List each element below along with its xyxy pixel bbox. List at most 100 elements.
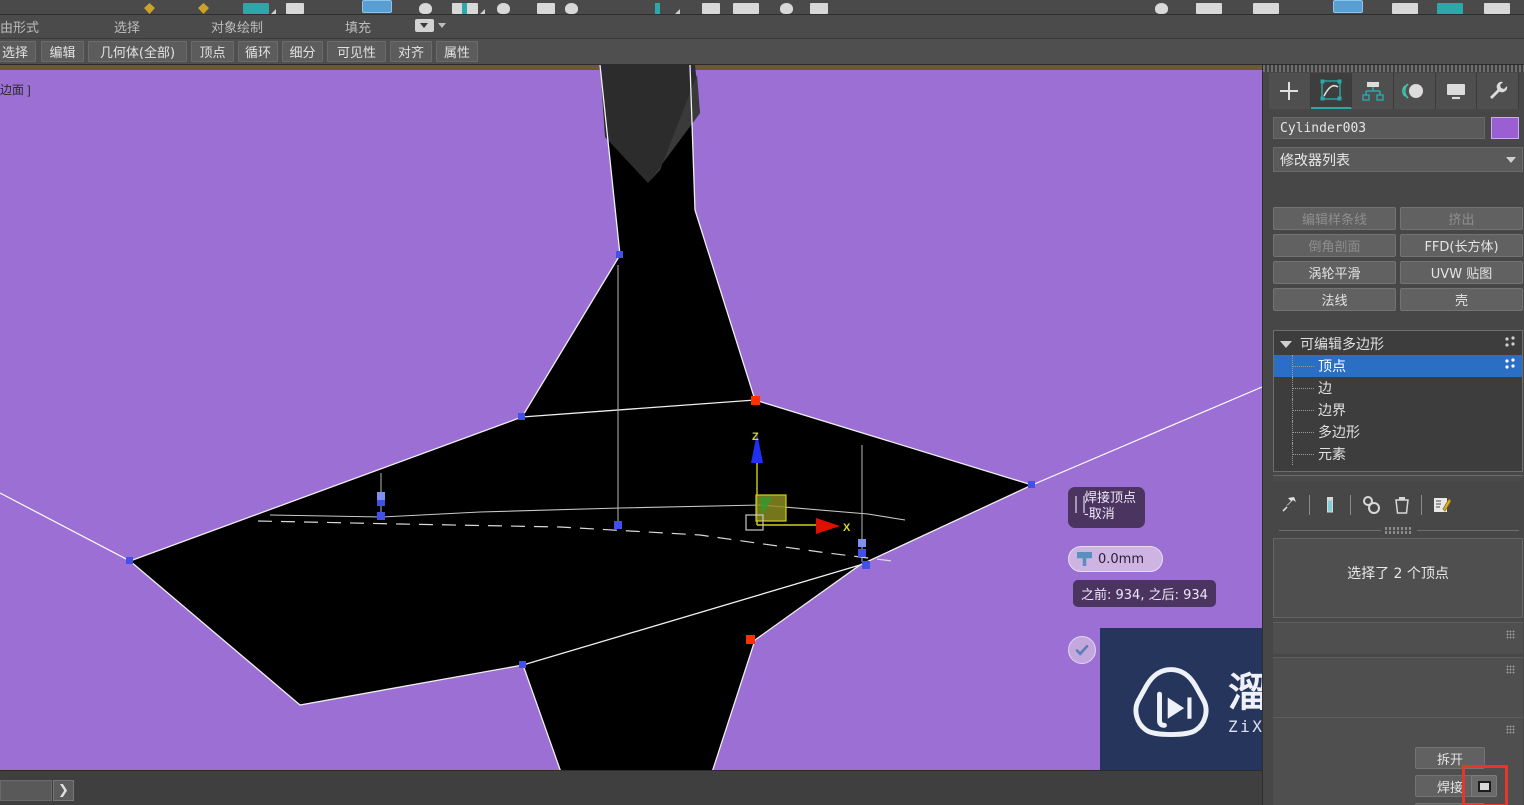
panel-properties[interactable]: 属性 <box>436 41 478 62</box>
modifier-ffd-box[interactable]: FFD(长方体) <box>1400 234 1523 257</box>
stack-item-border[interactable]: 边界 <box>1274 399 1522 421</box>
caddy-result-info: 之前: 934, 之后: 934 <box>1073 580 1216 607</box>
modifier-edit-spline[interactable]: 编辑样条线 <box>1273 207 1396 230</box>
tab-utilities[interactable] <box>1477 73 1520 109</box>
stack-sublevel-label-edge: 边 <box>1318 381 1332 397</box>
tab-display[interactable] <box>1435 73 1478 109</box>
rollup-edit-vertices-head[interactable] <box>1273 658 1523 680</box>
stack-root-label: 可编辑多边形 <box>1300 337 1384 353</box>
motion-icon <box>1402 83 1424 99</box>
status-next-button[interactable]: ❯ <box>53 780 74 801</box>
caddy-title[interactable]: 焊接顶点 -取消 <box>1068 487 1146 528</box>
modifier-list-dropdown[interactable]: 修改器列表 <box>1273 147 1523 172</box>
ribbon-tab-selection[interactable]: 选择 <box>114 17 140 36</box>
tab-modify[interactable] <box>1310 73 1353 109</box>
modifier-button-grid: 编辑样条线 挤出 倒角剖面 FFD(长方体) 涡轮平滑 UVW 贴图 法线 壳 <box>1273 207 1523 311</box>
modifier-normal[interactable]: 法线 <box>1273 288 1396 311</box>
plus-icon <box>1280 82 1299 100</box>
modifier-bevel-profile[interactable]: 倒角剖面 <box>1273 234 1396 257</box>
rollup-edit-vertices-subhead[interactable] <box>1273 718 1523 740</box>
panel-drag-handle[interactable] <box>1263 65 1524 72</box>
circle-tool-icon-2[interactable] <box>497 3 510 14</box>
white-tool-icon-3[interactable] <box>537 3 555 14</box>
divider-3 <box>1421 495 1422 515</box>
stack-item-vertex[interactable]: 顶点 <box>1274 355 1522 377</box>
collapse-arrow-icon[interactable] <box>1280 340 1292 348</box>
circle-tool-icon-4[interactable] <box>780 3 793 14</box>
rollup-soft-selection-head[interactable] <box>1273 623 1523 645</box>
flyout-arrow-icon-2[interactable] <box>480 9 485 14</box>
rollup-soft-selection[interactable] <box>1273 622 1523 654</box>
trash-icon[interactable] <box>1393 495 1411 515</box>
stack-sublevel-label-element: 元素 <box>1318 447 1346 463</box>
grip-dots-icon-2 <box>1506 665 1515 674</box>
panel-visibility[interactable]: 可见性 <box>327 41 386 62</box>
tab-create[interactable] <box>1269 73 1311 109</box>
modifier-uvw-map[interactable]: UVW 贴图 <box>1400 261 1523 284</box>
circle-tool-icon-3[interactable] <box>565 3 578 14</box>
modifier-extrude[interactable]: 挤出 <box>1400 207 1523 230</box>
tab-motion[interactable] <box>1394 73 1436 109</box>
stack-scroll-edge <box>1273 475 1523 481</box>
flask-icon[interactable] <box>1320 495 1340 515</box>
white-tool-icon-7[interactable] <box>1196 3 1222 14</box>
modifier-list-label: 修改器列表 <box>1280 152 1350 169</box>
panel-edit[interactable]: 编辑 <box>41 41 84 62</box>
modifier-stack: 可编辑多边形 顶点 边 边界 多边形 元素 <box>1273 330 1523 472</box>
selected-tool-icon[interactable] <box>362 0 392 13</box>
modifier-turbosmooth[interactable]: 涡轮平滑 <box>1273 261 1396 284</box>
grip-dots-icon <box>1506 630 1515 639</box>
flyout-arrow-icon[interactable] <box>271 9 276 14</box>
chain-icon[interactable] <box>1361 495 1383 515</box>
modifier-shell[interactable]: 壳 <box>1400 288 1523 311</box>
white-tool-icon-6[interactable] <box>810 3 828 14</box>
flyout-arrow-icon-3[interactable] <box>675 9 680 14</box>
white-tool-icon-9[interactable] <box>1392 3 1418 14</box>
rollup-resize-handle[interactable] <box>1279 527 1519 534</box>
break-button[interactable]: 拆开 <box>1415 747 1485 769</box>
ribbon-tab-fill[interactable]: 填充 <box>345 17 371 36</box>
rollup-edit-vertices-header[interactable] <box>1273 657 1523 717</box>
selected-viewport-icon[interactable] <box>1333 0 1363 13</box>
config-icon[interactable] <box>1432 495 1452 515</box>
white-tool-icon-4[interactable] <box>702 3 720 14</box>
selection-info-panel: 选择了 2 个顶点 <box>1273 538 1523 618</box>
white-tool-icon-10[interactable] <box>1484 3 1510 14</box>
panel-align[interactable]: 对齐 <box>390 41 432 62</box>
modify-icon <box>1320 79 1342 101</box>
object-name-field[interactable]: Cylinder003 <box>1273 117 1485 139</box>
circle-tool-icon-5[interactable] <box>1155 3 1168 14</box>
panel-subdivision[interactable]: 细分 <box>282 41 323 62</box>
white-tool-icon[interactable] <box>286 3 304 14</box>
ribbon-tab-objectpaint[interactable]: 对象绘制 <box>211 17 263 36</box>
caret-down-icon <box>415 19 434 32</box>
panel-select[interactable]: 选择 <box>0 41 36 62</box>
stack-item-element[interactable]: 元素 <box>1274 443 1522 465</box>
teal-tool-icon-2[interactable] <box>1437 3 1463 14</box>
white-tool-icon-5[interactable] <box>733 3 759 14</box>
teal-tool-icon[interactable] <box>243 3 269 14</box>
stack-item-edge[interactable]: 边 <box>1274 377 1522 399</box>
status-field[interactable] <box>0 780 52 801</box>
white-tool-icon-8[interactable] <box>1253 3 1279 14</box>
tab-hierarchy[interactable] <box>1352 73 1395 109</box>
circle-tool-icon[interactable] <box>419 3 432 14</box>
ribbon-tab-freeform[interactable]: 由形式 <box>0 17 39 36</box>
object-color-swatch[interactable] <box>1491 117 1519 139</box>
subobject-dots-icon-vertex <box>1504 358 1516 374</box>
light-icon-2[interactable] <box>198 3 209 14</box>
stack-item-polygon[interactable]: 多边形 <box>1274 421 1522 443</box>
caddy-ok-button[interactable] <box>1068 636 1096 664</box>
panel-loops[interactable]: 循环 <box>238 41 278 62</box>
caddy-settings-icon[interactable] <box>1471 775 1497 797</box>
panel-vertex[interactable]: 顶点 <box>191 41 234 62</box>
perspective-viewport[interactable]: 边面 ] Z X <box>0 65 1262 770</box>
caddy-square-glyph <box>1477 780 1491 792</box>
pin-icon[interactable] <box>1279 495 1299 515</box>
stack-item-editable-poly[interactable]: 可编辑多边形 <box>1274 333 1522 355</box>
display-icon <box>1447 84 1466 100</box>
weld-threshold-spinner[interactable]: 0.0mm <box>1068 546 1163 572</box>
panel-geometry[interactable]: 几何体(全部) <box>88 41 187 62</box>
ribbon-overflow-dropdown[interactable] <box>415 19 446 32</box>
light-icon[interactable] <box>144 3 155 14</box>
